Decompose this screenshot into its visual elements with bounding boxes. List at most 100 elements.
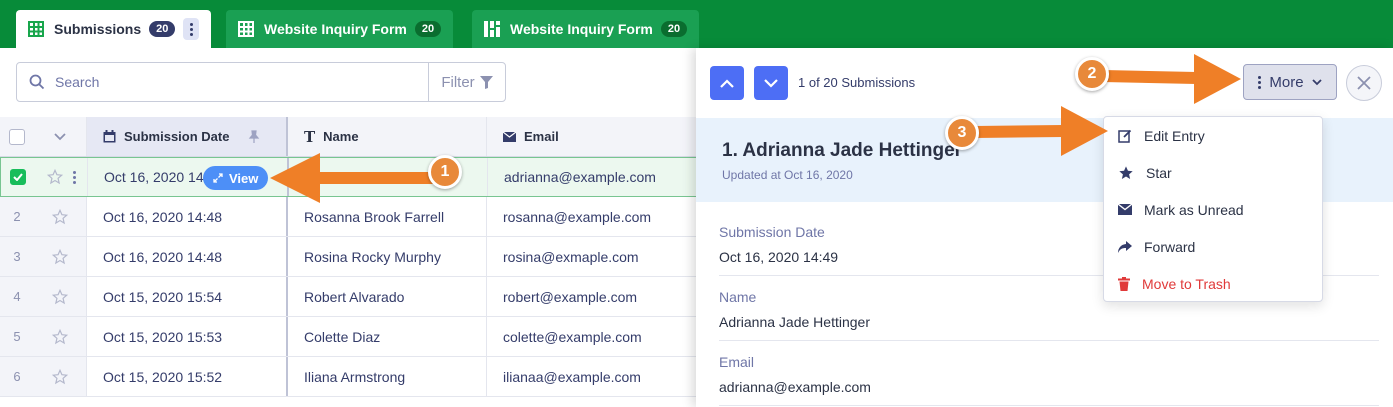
next-submission-button[interactable] (754, 66, 788, 100)
menu-item-label: Forward (1144, 238, 1196, 255)
tab-website-inquiry-form-report[interactable]: Website Inquiry Form 20 (472, 10, 700, 48)
row-number: 2 (0, 197, 34, 236)
tab-label: Website Inquiry Form (510, 21, 653, 37)
close-panel-button[interactable] (1346, 65, 1382, 101)
chevron-down-icon (764, 78, 778, 88)
pin-icon[interactable] (247, 129, 261, 144)
menu-item-forward[interactable]: Forward (1104, 228, 1322, 265)
select-all-cell (0, 117, 34, 156)
count-badge: 20 (149, 21, 176, 37)
row-number: 5 (0, 317, 34, 356)
menu-item-edit-entry[interactable]: Edit Entry (1104, 117, 1322, 154)
column-header-date[interactable]: Submission Date (86, 117, 286, 156)
menu-item-move-to-trash[interactable]: Move to Trash (1104, 265, 1322, 302)
star-outline-icon[interactable] (52, 328, 68, 345)
cell-email: robert@example.com (486, 277, 686, 316)
field-value: Oct 16, 2020 14:49 (719, 249, 839, 265)
column-label: Name (323, 129, 359, 144)
row-number: 3 (0, 237, 34, 276)
cell-email: rosina@exmaple.com (486, 237, 686, 276)
table-row[interactable]: 4 Oct 15, 2020 15:54 Robert Alvarado rob… (0, 277, 700, 317)
tab-bar: Submissions 20 Website Inquiry Form 20 W… (0, 0, 1393, 48)
more-button[interactable]: More (1243, 64, 1337, 100)
chevron-up-icon (720, 78, 734, 88)
edit-icon (1118, 129, 1132, 143)
row-star-cell (34, 237, 86, 276)
star-outline-icon[interactable] (52, 248, 68, 265)
submission-counter: 1 of 20 Submissions (798, 75, 916, 90)
tab-menu-icon[interactable] (183, 18, 200, 40)
text-type-icon: T (304, 127, 316, 146)
field-label: Submission Date (719, 224, 825, 240)
filter-button[interactable]: Filter (428, 62, 506, 102)
select-all-checkbox[interactable] (9, 128, 25, 145)
table-row[interactable]: 3 Oct 16, 2020 14:48 Rosina Rocky Murphy… (0, 237, 700, 277)
chevron-down-icon[interactable] (54, 132, 66, 141)
star-outline-icon[interactable] (52, 288, 68, 305)
table-icon (28, 21, 44, 37)
entry-updated: Updated at Oct 16, 2020 (722, 168, 853, 182)
menu-item-label: Mark as Unread (1144, 201, 1244, 218)
cell-email: adrianna@example.com (487, 158, 687, 196)
menu-item-label: Edit Entry (1144, 127, 1205, 144)
count-badge: 20 (414, 21, 442, 37)
field-email: Email adrianna@example.com (719, 341, 1379, 406)
check-icon (13, 173, 23, 181)
forward-arrow-icon (1118, 240, 1132, 253)
table-row[interactable]: 5 Oct 15, 2020 15:53 Colette Diaz colett… (0, 317, 700, 357)
star-outline-icon[interactable] (52, 368, 68, 385)
chevron-down-icon (1311, 78, 1322, 85)
row-star-cell (34, 197, 86, 236)
table-row[interactable]: 6 Oct 15, 2020 15:52 Iliana Armstrong il… (0, 357, 700, 397)
count-badge: 20 (660, 21, 688, 37)
tab-label: Submissions (54, 21, 142, 37)
row-menu-icon[interactable] (72, 170, 76, 184)
table-row[interactable]: 2 Oct 16, 2020 14:48 Rosanna Brook Farre… (0, 197, 700, 237)
entry-title: 1. Adrianna Jade Hettinger (722, 140, 963, 161)
menu-item-mark-unread[interactable]: Mark as Unread (1104, 191, 1322, 228)
cell-email: colette@example.com (486, 317, 686, 356)
row-star-cell (35, 158, 87, 196)
row-star-cell (34, 317, 86, 356)
tab-website-inquiry-form[interactable]: Website Inquiry Form 20 (226, 10, 454, 48)
star-icon (1119, 165, 1133, 179)
calendar-icon (103, 130, 116, 143)
more-dropdown-menu: Edit Entry Star Mark as Unread Forward M… (1103, 116, 1323, 302)
view-button[interactable]: View (203, 166, 269, 190)
row-number: 6 (0, 357, 34, 396)
cell-name: Colette Diaz (286, 317, 486, 356)
search-placeholder: Search (55, 74, 100, 90)
row-checkbox-cell (1, 158, 35, 196)
cell-name: Rosina Rocky Murphy (286, 237, 486, 276)
field-value: Adrianna Jade Hettinger (719, 314, 870, 330)
envelope-icon (503, 131, 516, 142)
funnel-icon (479, 75, 493, 89)
star-outline-icon[interactable] (52, 208, 68, 225)
table-row[interactable]: Oct 16, 2020 14:49 Adrianna Jade Hetting… (0, 157, 700, 197)
cell-name: Robert Alvarado (286, 277, 486, 316)
row-star-cell (34, 277, 86, 316)
kebab-icon (1258, 75, 1262, 89)
cell-date: Oct 15, 2020 15:53 (86, 317, 286, 356)
column-header-email[interactable]: Email (486, 117, 686, 156)
table-icon (238, 21, 254, 37)
previous-submission-button[interactable] (710, 66, 744, 100)
tab-submissions[interactable]: Submissions 20 (16, 10, 212, 48)
report-grid-icon (484, 21, 500, 37)
row-checkbox[interactable] (10, 169, 26, 185)
search-icon (29, 74, 45, 90)
menu-item-label: Move to Trash (1142, 275, 1231, 292)
column-header-name[interactable]: T Name (286, 117, 486, 156)
field-label: Email (719, 354, 755, 370)
column-label: Email (524, 129, 559, 144)
field-label: Name (719, 289, 757, 305)
search-input[interactable]: Search (16, 62, 429, 102)
annotation-badge-1: 1 (428, 155, 462, 189)
header-chevron-cell (34, 117, 86, 156)
annotation-badge-3: 3 (945, 116, 979, 150)
menu-item-star[interactable]: Star (1104, 154, 1322, 191)
star-outline-icon[interactable] (46, 169, 63, 185)
more-label: More (1269, 73, 1304, 91)
envelope-icon (1118, 204, 1132, 215)
cell-email: rosanna@example.com (486, 197, 686, 236)
